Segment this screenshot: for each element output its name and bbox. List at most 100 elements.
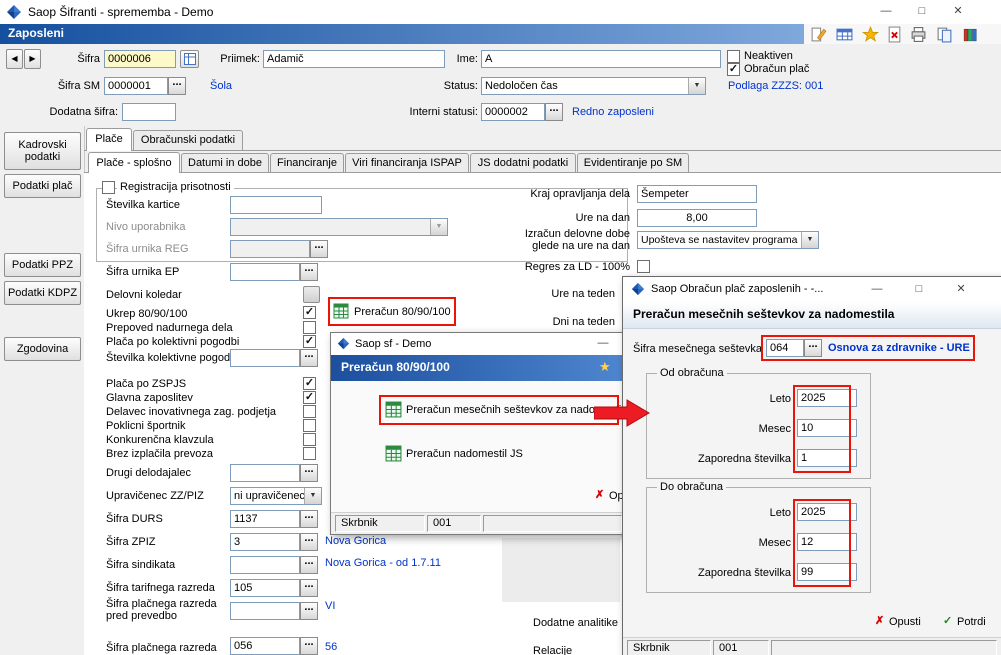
copy-icon[interactable] [936,26,953,43]
neaktiven-checkbox[interactable] [727,50,740,63]
star-icon[interactable]: ★ [599,360,611,373]
subtab-datumi-in-dobe[interactable]: Datumi in dobe [181,153,269,172]
sidebar-item-podatki-ppz[interactable]: Podatki PPZ [4,253,81,277]
status-select[interactable]: Nedoločen čas ▼ [481,77,706,95]
do-leto-input[interactable]: 2025 [797,503,857,521]
check-icon: ✓ [943,615,953,627]
sidebar-item-zgodovina[interactable]: Zgodovina [4,337,81,361]
izracun-select[interactable]: Upošteva se nastavitev programa ▼ [637,231,819,249]
delavec-checkbox[interactable] [303,405,316,418]
obracun-plac-checkbox[interactable]: ✓ [727,63,740,76]
dialog2-minimize-button[interactable]: — [863,280,891,299]
edit-icon[interactable] [810,26,827,43]
subtab-js-dodatni-podatki[interactable]: JS dodatni podatki [470,153,576,172]
dialog2-potrdi-button[interactable]: ✓ Potrdi [943,615,1001,631]
preracun-80-90-100-button[interactable]: Preračun 80/90/100 [332,301,452,323]
sidebar-item-kadrovski-podatki[interactable]: Kadrovski podatki [4,132,81,170]
delete-document-icon[interactable] [886,26,903,43]
subtab-label: JS dodatni podatki [477,157,569,169]
tarifni-input[interactable]: 105 [230,579,300,597]
dialog1-minimize-button[interactable]: — [591,335,615,352]
placni-pred-input[interactable] [230,602,300,620]
dialog2-opusti-button[interactable]: ✗ Opusti [875,615,933,631]
record-lookup-button[interactable] [180,50,199,68]
tarifni-lookup-button[interactable]: ... [300,579,318,597]
izracun-label-line2: glede na ure na dan [532,240,630,252]
previous-record-button[interactable]: ◀ [6,49,23,69]
zspjs-checkbox[interactable]: ✓ [303,377,316,390]
sifra-urnika-ep-lookup-button[interactable]: ... [300,263,318,281]
print-icon[interactable] [910,26,927,43]
sidebar-item-podatki-kdpz[interactable]: Podatki KDPZ [4,281,81,305]
od-leto-input[interactable]: 2025 [797,389,857,407]
subtab-evidentiranje-po-sm[interactable]: Evidentiranje po SM [577,153,689,172]
subtab-financiranje[interactable]: Financiranje [270,153,344,172]
interni-statusi-lookup-button[interactable]: ... [545,103,563,121]
sifra-input[interactable]: 0000006 [104,50,176,68]
help-books-icon[interactable] [962,26,979,43]
minimize-button[interactable]: — [872,2,900,21]
next-record-button[interactable]: ▶ [24,49,41,69]
maximize-button[interactable]: □ [908,2,936,21]
durs-input[interactable]: 1137 [230,510,300,528]
drugi-delodajalec-lookup-button[interactable]: ... [300,464,318,482]
regres-checkbox[interactable] [637,260,650,273]
kolektivna-checkbox[interactable]: ✓ [303,335,316,348]
durs-lookup-button[interactable]: ... [300,510,318,528]
delovni-koledar-button[interactable] [303,286,320,303]
od-mesec-input[interactable]: 10 [797,419,857,437]
favorites-star-icon[interactable] [862,26,879,43]
sifra-urnika-reg-lookup-button[interactable]: ... [310,240,328,258]
zpiz-lookup-button[interactable]: ... [300,533,318,551]
do-mesec-input[interactable]: 12 [797,533,857,551]
priimek-input[interactable]: Adamič [263,50,445,68]
covered-panel [502,538,620,602]
klavzula-checkbox[interactable] [303,433,316,446]
close-button[interactable]: ✕ [944,2,972,21]
placni-lookup-button[interactable]: ... [300,637,318,655]
obracun-plac-label: Obračun plač [744,63,810,75]
upravicenec-select[interactable]: ni upravičenec ▼ [230,487,322,505]
sestevek-input[interactable]: 064 [766,339,804,357]
placni-input[interactable]: 056 [230,637,300,655]
sifra-urnika-ep-input[interactable] [230,263,300,281]
ure-na-dan-input[interactable]: 8,00 [637,209,757,227]
prevoz-checkbox[interactable] [303,447,316,460]
table-icon[interactable] [836,26,853,43]
dialog1-item-preracun-nadomestil-js[interactable]: Preračun nadomestil JS [385,443,620,467]
registracija-checkbox[interactable] [102,181,115,194]
tab-place[interactable]: Plače [86,128,132,151]
dialog1-item-preracun-sestevkov[interactable]: Preračun mesečnih seštevkov za nadomesti… [385,399,626,423]
sportnik-checkbox[interactable] [303,419,316,432]
subtab-viri-financiranja-ispap[interactable]: Viri financiranja ISPAP [345,153,469,172]
tab-obracunski-podatki[interactable]: Obračunski podatki [133,130,243,150]
glavna-checkbox[interactable]: ✓ [303,391,316,404]
stevilka-kolektivne-input[interactable] [230,349,300,367]
do-zaporedna-input[interactable]: 99 [797,563,857,581]
ime-input[interactable]: A [481,50,721,68]
interni-statusi-input[interactable]: 0000002 [481,103,545,121]
izracun-value: Upošteva se nastavitev programa [641,234,798,246]
placni-pred-lookup-button[interactable]: ... [300,602,318,620]
sindikat-lookup-button[interactable]: ... [300,556,318,574]
stevilka-kolektivne-lookup-button[interactable]: ... [300,349,318,367]
dodatna-sifra-input[interactable] [122,103,176,121]
dialog2-close-button[interactable]: ✕ [947,280,975,299]
od-zaporedna-input[interactable]: 1 [797,449,857,467]
kraj-input[interactable]: Šempeter [637,185,757,203]
status-spare [483,515,622,532]
drugi-delodajalec-input[interactable] [230,464,300,482]
sindikat-label: Šifra sindikata [106,559,176,571]
subtab-place-splosno[interactable]: Plače - splošno [88,152,180,173]
sifra-sm-input[interactable]: 0000001 [104,77,168,95]
ukrep-checkbox[interactable]: ✓ [303,306,316,319]
cross-icon: ✗ [595,489,605,501]
stevilka-kartice-input[interactable] [230,196,322,214]
dialog2-maximize-button[interactable]: □ [905,280,933,299]
sestevek-lookup-button[interactable]: ... [804,339,822,357]
zpiz-input[interactable]: 3 [230,533,300,551]
sifra-sm-lookup-button[interactable]: ... [168,77,186,95]
prepoved-checkbox[interactable] [303,321,316,334]
sindikat-input[interactable] [230,556,300,574]
sidebar-item-podatki-plac[interactable]: Podatki plač [4,174,81,198]
